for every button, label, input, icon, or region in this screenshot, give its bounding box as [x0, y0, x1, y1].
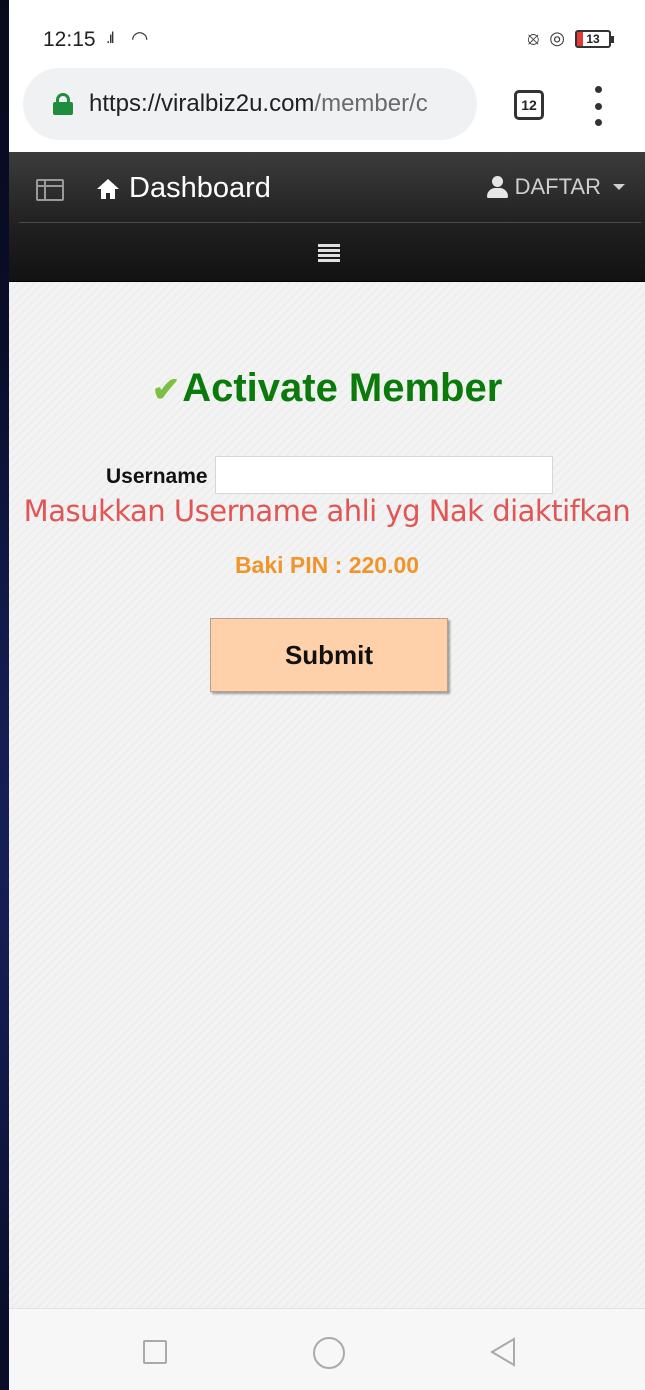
system-navigation-bar: [9, 1308, 645, 1390]
wifi-icon: ◠: [131, 28, 149, 50]
page-title: ✔Activate Member: [9, 366, 645, 411]
hamburger-icon[interactable]: [318, 244, 340, 262]
main-content: ✔Activate Member Username Masukkan Usern…: [9, 282, 645, 1308]
rotation-lock-icon: ◎: [549, 28, 565, 48]
check-icon: ✔: [151, 371, 181, 409]
back-icon[interactable]: [489, 1337, 517, 1367]
status-time: 12:15: [43, 28, 96, 51]
user-menu-dropdown[interactable]: DAFTAR: [486, 174, 625, 200]
dashboard-link[interactable]: Dashboard: [97, 172, 271, 205]
username-input[interactable]: [215, 456, 553, 494]
user-icon: [486, 176, 508, 198]
url-path: /member/c: [314, 90, 428, 117]
submit-button[interactable]: Submit: [210, 618, 448, 692]
status-bar: 12:15 .ıl ◠ ⦻ ◎ 13: [9, 0, 645, 70]
tab-switcher-button[interactable]: 12: [514, 90, 544, 120]
browser-menu-icon[interactable]: [593, 86, 603, 126]
signal-icon: .ıl: [106, 30, 115, 47]
url-text[interactable]: https://viralbiz2u.com/member/c: [89, 90, 461, 118]
site-navbar: Dashboard DAFTAR: [9, 152, 645, 282]
navbar-top: Dashboard DAFTAR: [9, 152, 645, 222]
pin-balance: Baki PIN : 220.00: [234, 552, 420, 578]
user-menu-label: DAFTAR: [514, 174, 601, 199]
lock-icon[interactable]: [53, 93, 73, 115]
browser-toolbar: https://viralbiz2u.com/member/c 12: [9, 66, 645, 152]
username-hint: Masukkan Username ahli yg Nak diaktifkan: [23, 494, 631, 528]
recents-icon[interactable]: [143, 1340, 167, 1364]
navbar-divider: [19, 222, 641, 223]
caret-down-icon: [613, 184, 625, 190]
phone-screen: 12:15 .ıl ◠ ⦻ ◎ 13 https://viralbiz2u.co…: [9, 0, 645, 1390]
sidebar-toggle-icon[interactable]: [36, 179, 64, 201]
address-bar[interactable]: https://viralbiz2u.com/member/c: [23, 68, 477, 140]
home-icon: [97, 178, 119, 199]
battery-icon: 13: [575, 29, 614, 48]
url-domain: https://viralbiz2u.com: [89, 90, 315, 117]
username-label: Username: [106, 465, 208, 488]
vibrate-icon: ⦻: [527, 28, 540, 48]
page-title-text: Activate Member: [182, 366, 503, 410]
home-button-icon[interactable]: [313, 1337, 345, 1369]
status-icons: ⦻ ◎ 13: [527, 28, 614, 49]
dashboard-label: Dashboard: [129, 172, 271, 204]
